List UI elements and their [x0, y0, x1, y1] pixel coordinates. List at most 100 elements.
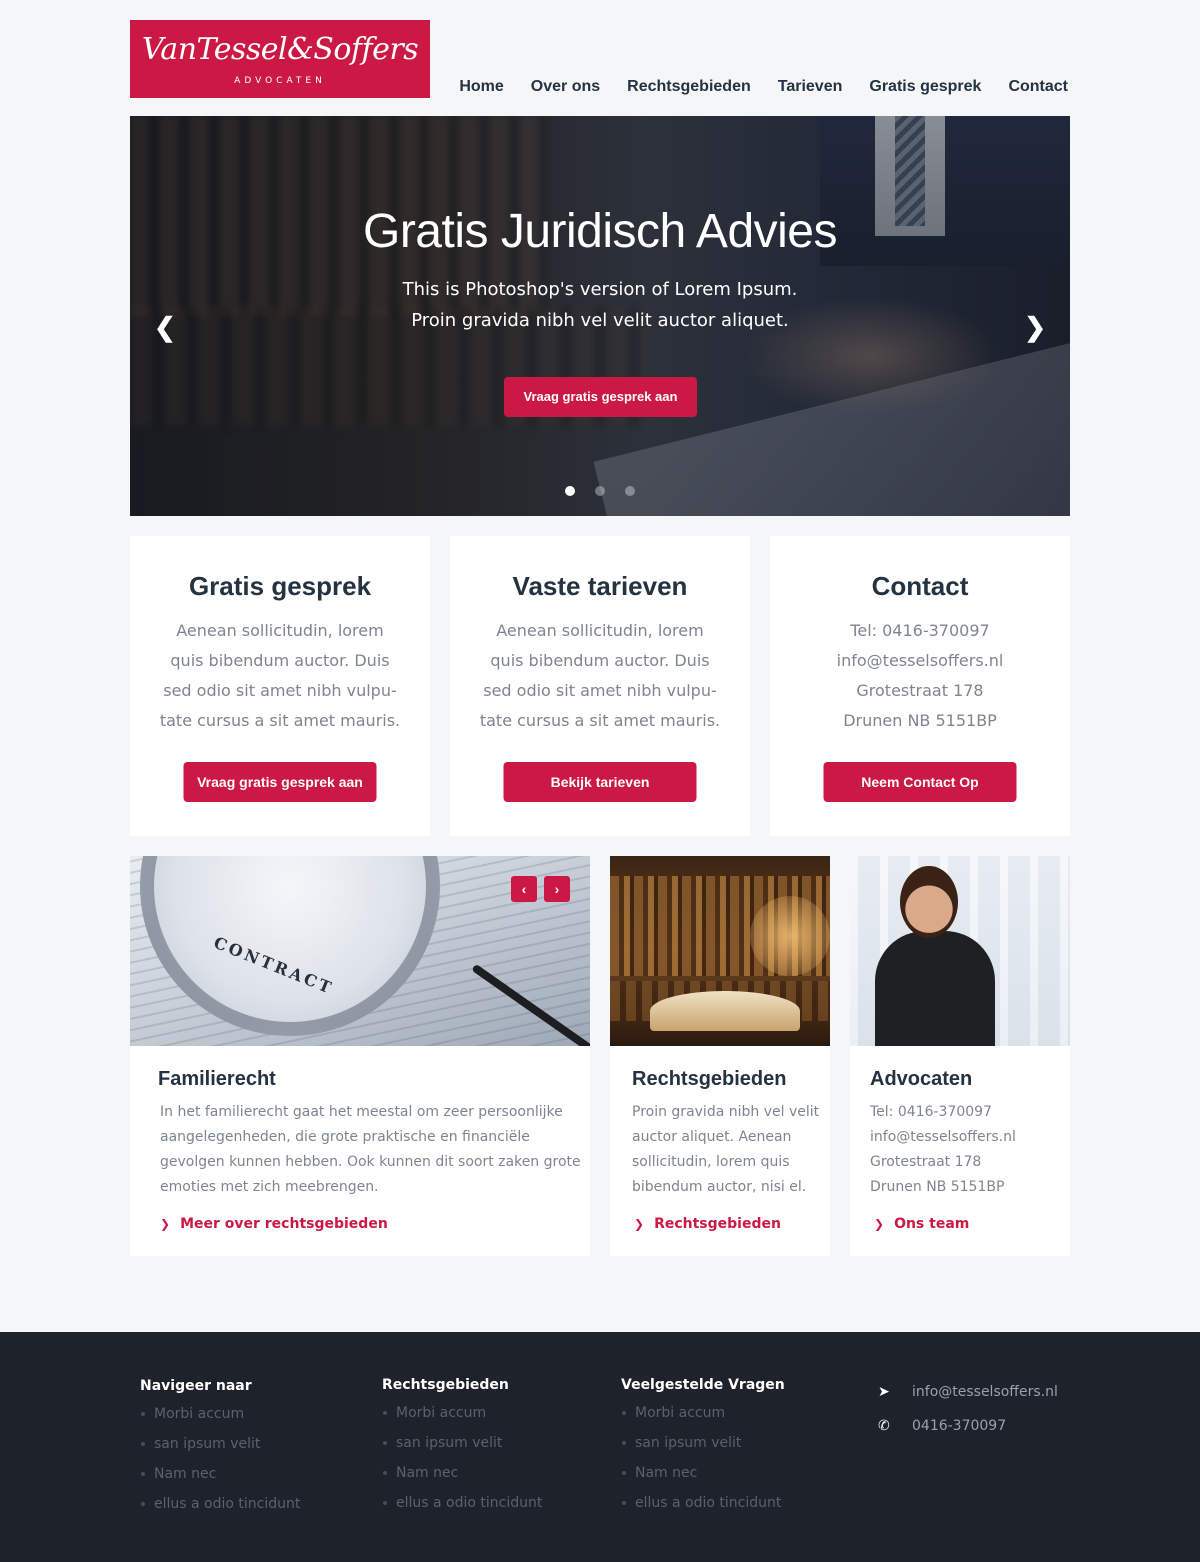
chevron-left-icon[interactable]: ‹: [511, 876, 537, 902]
tile-title: Rechtsgebieden: [632, 1068, 787, 1090]
footer-column-navigeer: Navigeer naar Morbi accum san ipsum veli…: [140, 1378, 300, 1524]
tile-text-line: aangelegenheden, die grote praktische en…: [160, 1129, 530, 1145]
footer-link[interactable]: Nam nec: [621, 1463, 785, 1493]
tile-text-line: auctor aliquet. Aenean: [632, 1129, 792, 1145]
open-book: [650, 991, 800, 1031]
paper-plane-icon: ➤: [878, 1384, 890, 1400]
carousel-dot-2[interactable]: [595, 486, 605, 496]
footer-link[interactable]: Morbi accum: [621, 1403, 785, 1433]
footer-column-title: Veelgestelde Vragen: [621, 1377, 785, 1393]
lawyer-face: [900, 866, 958, 938]
chevron-right-icon[interactable]: ❯: [1024, 312, 1046, 343]
contact-button[interactable]: Neem Contact Op: [823, 762, 1017, 802]
lamp-glow: [750, 896, 830, 976]
card-title: Vaste tarieven: [512, 571, 688, 601]
footer-link[interactable]: ellus a odio tincidunt: [140, 1494, 300, 1524]
card-text: Aenean sollicitudin, lorem quis bibendum…: [475, 616, 725, 736]
tile-text-line: sollicitudin, lorem quis: [632, 1154, 790, 1170]
card-text-line: tate cursus a sit amet mauris.: [159, 711, 401, 730]
card-contact: Contact Tel: 0416-370097 info@tesselsoff…: [770, 536, 1070, 836]
phone-icon: ✆: [878, 1418, 890, 1434]
footer: Navigeer naar Morbi accum san ipsum veli…: [0, 1332, 1200, 1562]
tile-text-line: Tel: 0416-370097: [870, 1104, 992, 1120]
more-link-label: Meer over rechtsgebieden: [180, 1216, 388, 1232]
footer-email-text: info@tesselsoffers.nl: [912, 1384, 1058, 1400]
nav-over-ons[interactable]: Over ons: [531, 78, 600, 96]
logo[interactable]: VanTessel&Soffers ADVOCATEN: [130, 20, 430, 98]
more-link-label: Ons team: [894, 1216, 970, 1232]
footer-link[interactable]: ellus a odio tincidunt: [621, 1493, 785, 1523]
card-text: Tel: 0416-370097 info@tesselsoffers.nl G…: [795, 616, 1045, 736]
nav-home[interactable]: Home: [459, 78, 503, 96]
footer-link[interactable]: Nam nec: [140, 1464, 300, 1494]
more-link[interactable]: ❯ Rechtsgebieden: [634, 1216, 781, 1232]
card-text-line: Grotestraat 178: [856, 681, 984, 700]
hero-subtitle-line-1: This is Photoshop's version of Lorem Ips…: [402, 279, 798, 300]
footer-link[interactable]: ellus a odio tincidunt: [382, 1493, 542, 1523]
logo-script: VanTessel&Soffers: [141, 32, 419, 67]
footer-link[interactable]: Nam nec: [382, 1463, 542, 1493]
nav-rechtsgebieden[interactable]: Rechtsgebieden: [627, 78, 751, 96]
hero-subtitle-line-2: Proin gravida nibh vel velit auctor aliq…: [411, 310, 789, 331]
tile-text-line: emoties met zich meebrengen.: [160, 1179, 379, 1195]
card-title: Gratis gesprek: [188, 571, 372, 601]
footer-column-faq: Veelgestelde Vragen Morbi accum san ipsu…: [621, 1377, 785, 1523]
card-text-line: info@tesselsoffers.nl: [836, 651, 1004, 670]
main-nav: Home Over ons Rechtsgebieden Tarieven Gr…: [459, 78, 1068, 96]
footer-link[interactable]: san ipsum velit: [140, 1434, 300, 1464]
footer-phone[interactable]: ✆ 0416-370097: [878, 1416, 1058, 1450]
card-text-line: Drunen NB 5151BP: [843, 711, 997, 730]
tile-title: Advocaten: [870, 1068, 973, 1090]
footer-link[interactable]: Morbi accum: [382, 1403, 542, 1433]
tile-familierecht: CONTRACT ‹ › Familierecht In het familie…: [130, 856, 590, 1256]
tile-rechtsgebieden: Rechtsgebieden Proin gravida nibh vel ve…: [610, 856, 830, 1256]
card-text-line: quis bibendum auctor. Duis: [170, 651, 390, 670]
footer-column-title: Rechtsgebieden: [382, 1377, 509, 1393]
footer-link[interactable]: Morbi accum: [140, 1404, 300, 1434]
lawyer-figure: [875, 931, 995, 1046]
tile-text: Tel: 0416-370097 info@tesselsoffers.nl G…: [870, 1100, 1016, 1200]
footer-link[interactable]: san ipsum velit: [621, 1433, 785, 1463]
footer-column-rechtsgebieden: Rechtsgebieden Morbi accum san ipsum vel…: [382, 1377, 542, 1523]
tile-text-line: Proin gravida nibh vel velit: [632, 1104, 820, 1120]
card-text-line: Aenean sollicitudin, lorem: [496, 621, 704, 640]
footer-link[interactable]: san ipsum velit: [382, 1433, 542, 1463]
more-link[interactable]: ❯ Meer over rechtsgebieden: [160, 1216, 388, 1232]
hero-cta-button[interactable]: Vraag gratis gesprek aan: [504, 377, 697, 417]
more-link[interactable]: ❯ Ons team: [874, 1216, 969, 1232]
tile-text: Proin gravida nibh vel velit auctor aliq…: [632, 1100, 819, 1200]
card-gratis-gesprek: Gratis gesprek Aenean sollicitudin, lore…: [130, 536, 430, 836]
card-text-line: Aenean sollicitudin, lorem: [176, 621, 384, 640]
contract-image: CONTRACT ‹ ›: [130, 856, 590, 1046]
card-text-line: sed odio sit amet nibh vulpu-: [163, 681, 397, 700]
tile-text-line: In het familierecht gaat het meestal om …: [160, 1104, 563, 1120]
chevron-left-icon[interactable]: ❮: [154, 312, 176, 343]
carousel-dot-3[interactable]: [625, 486, 635, 496]
carousel-dot-1[interactable]: [565, 486, 575, 496]
chevron-right-icon: ❯: [874, 1217, 885, 1231]
nav-gratis-gesprek[interactable]: Gratis gesprek: [869, 78, 981, 96]
nav-contact[interactable]: Contact: [1008, 78, 1068, 96]
hero-carousel: Gratis Juridisch Advies This is Photosho…: [130, 116, 1070, 516]
request-consultation-button[interactable]: Vraag gratis gesprek aan: [183, 762, 377, 802]
nav-tarieven[interactable]: Tarieven: [778, 78, 843, 96]
tile-text-line: Drunen NB 5151BP: [870, 1179, 1005, 1195]
tile-text-line: gevolgen kunnen hebben. Ook kunnen dit s…: [160, 1154, 581, 1170]
chevron-right-icon[interactable]: ›: [544, 876, 570, 902]
lawyer-image: [850, 856, 1070, 1046]
tile-text-line: bibendum auctor, nisi el.: [632, 1179, 807, 1195]
tile-advocaten: Advocaten Tel: 0416-370097 info@tesselso…: [850, 856, 1070, 1256]
more-link-label: Rechtsgebieden: [654, 1216, 781, 1232]
footer-phone-text: 0416-370097: [912, 1418, 1007, 1434]
tile-text-line: Grotestraat 178: [870, 1154, 982, 1170]
chevron-right-icon: ❯: [160, 1217, 171, 1231]
tile-text: In het familierecht gaat het meestal om …: [160, 1100, 581, 1200]
card-title: Contact: [871, 571, 969, 601]
logo-subtitle: ADVOCATEN: [234, 76, 326, 86]
card-text-line: Tel: 0416-370097: [850, 621, 990, 640]
tile-slider-controls: ‹ ›: [511, 876, 570, 902]
card-vaste-tarieven: Vaste tarieven Aenean sollicitudin, lore…: [450, 536, 750, 836]
library-image: [610, 856, 830, 1046]
footer-email[interactable]: ➤ info@tesselsoffers.nl: [878, 1382, 1058, 1416]
view-rates-button[interactable]: Bekijk tarieven: [503, 762, 697, 802]
